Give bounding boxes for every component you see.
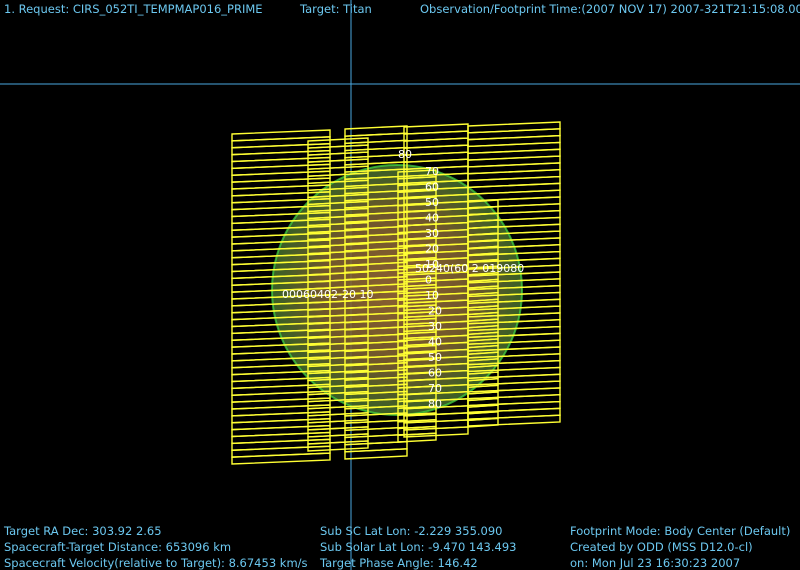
sub-solar-label: Sub Solar Lat Lon: -9.470 143.493 bbox=[320, 540, 517, 554]
velocity-label: Spacecraft Velocity(relative to Target):… bbox=[4, 556, 308, 570]
lat-label: 80 bbox=[428, 398, 442, 411]
lat-label: 30 bbox=[428, 320, 442, 333]
lat-label: 10 bbox=[425, 258, 439, 271]
lat-label: 40 bbox=[428, 336, 442, 349]
footprint-cell bbox=[344, 448, 408, 460]
lat-label: 40 bbox=[425, 212, 439, 225]
footprint-cell bbox=[307, 440, 369, 452]
lat-label: 20 bbox=[428, 305, 442, 318]
lon-labels-left: 00060402-20 10 bbox=[282, 288, 373, 301]
lat-label: 0 bbox=[425, 274, 432, 287]
phase-angle-label: Target Phase Angle: 146.42 bbox=[320, 556, 478, 570]
footprint-cell bbox=[231, 452, 331, 465]
lat-label: 70 bbox=[428, 382, 442, 395]
lat-label-top: 80 bbox=[398, 148, 412, 161]
lat-label: 70 bbox=[425, 165, 439, 178]
ra-dec-label: Target RA Dec: 303.92 2.65 bbox=[4, 524, 162, 538]
lat-label: 10 bbox=[425, 289, 439, 302]
lat-label: 20 bbox=[425, 243, 439, 256]
created-by-label: Created by ODD (MSS D12.0-cl) bbox=[570, 540, 753, 554]
created-on-label: on: Mon Jul 23 16:30:23 2007 bbox=[570, 556, 741, 570]
lat-label: 60 bbox=[425, 181, 439, 194]
footprint-plot: 00060402-20 10 50240(60 2 019080 80 7060… bbox=[0, 0, 800, 570]
lat-label: 60 bbox=[428, 367, 442, 380]
lat-label: 30 bbox=[425, 227, 439, 240]
lat-label: 50 bbox=[428, 351, 442, 364]
distance-label: Spacecraft-Target Distance: 653096 km bbox=[4, 540, 232, 554]
sub-sc-label: Sub SC Lat Lon: -2.229 355.090 bbox=[320, 524, 503, 538]
footprint-mode-label: Footprint Mode: Body Center (Default) bbox=[570, 524, 791, 538]
lat-label: 50 bbox=[425, 196, 439, 209]
footprint-cell bbox=[467, 414, 561, 427]
